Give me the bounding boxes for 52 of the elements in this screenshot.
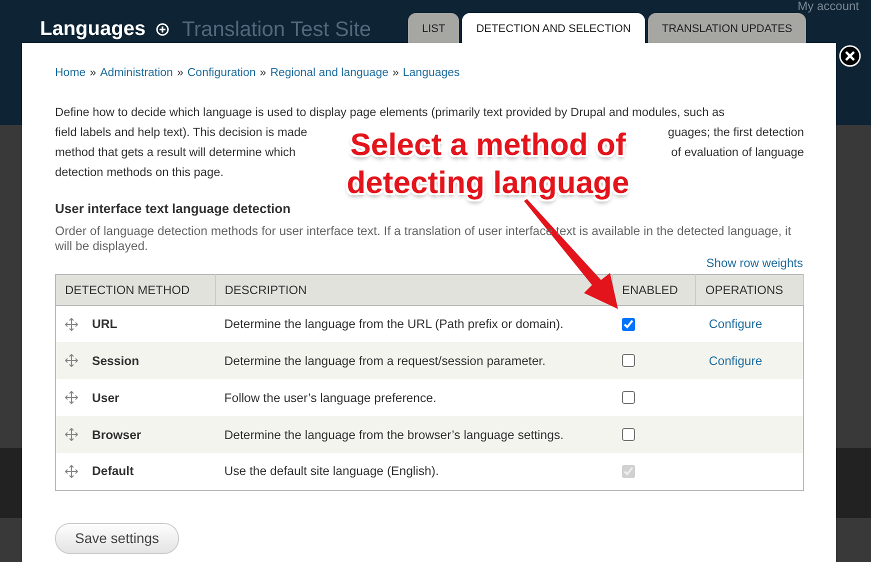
- intro-text: method that gets a result will determine which: [55, 144, 296, 162]
- configure-link[interactable]: Configure: [708, 316, 762, 331]
- tab[interactable]: DETECTION AND SELECTION: [462, 13, 645, 44]
- drag-handle-icon[interactable]: [65, 428, 78, 442]
- intro-text: of evaluation of language: [671, 144, 804, 162]
- method-name: User: [91, 390, 120, 407]
- configure-link[interactable]: Configure: [708, 354, 762, 368]
- breadcrumb-separator: »: [392, 66, 399, 81]
- column-header: ENABLED: [612, 274, 696, 306]
- method-name: URL: [91, 316, 118, 333]
- page-title: Languages: [40, 17, 146, 42]
- enabled-checkbox[interactable]: [622, 354, 636, 368]
- method-name: Session: [91, 352, 140, 370]
- close-icon[interactable]: [839, 45, 861, 67]
- description-cell: Determine the language from the URL (Path prefix or domain).: [215, 305, 612, 342]
- breadcrumb-link[interactable]: Home: [55, 65, 86, 82]
- breadcrumb-separator: »: [90, 66, 96, 81]
- save-settings-button[interactable]: Save settings: [55, 522, 180, 554]
- tab[interactable]: TRANSLATION UPDATES: [648, 13, 806, 44]
- show-row-weights-link[interactable]: Show row weights: [706, 256, 803, 270]
- drag-handle-icon[interactable]: [65, 465, 78, 478]
- breadcrumb-link[interactable]: Languages: [402, 65, 460, 82]
- drag-handle-icon[interactable]: [65, 318, 78, 330]
- description-cell: Determine the language from a request/session parameter.: [215, 342, 612, 380]
- method-name: Browser: [91, 426, 142, 444]
- method-name: Default: [91, 463, 134, 480]
- tab[interactable]: LIST: [408, 13, 460, 44]
- drag-handle-icon[interactable]: [65, 354, 78, 368]
- section-title: User interface text language detection: [55, 200, 292, 218]
- description-cell: Use the default site language (English).: [215, 453, 612, 490]
- drag-handle-icon[interactable]: [65, 391, 78, 404]
- breadcrumb-link[interactable]: Regional and language: [270, 65, 388, 82]
- intro-text: field labels and help text). This decision is made: [55, 124, 308, 142]
- column-header: DESCRIPTION: [215, 274, 612, 306]
- breadcrumb-separator: »: [260, 66, 266, 81]
- description-cell: Follow the user’s language preference.: [215, 379, 612, 416]
- site-name: Translation Test Site: [182, 17, 372, 43]
- account-link[interactable]: My account: [798, 0, 859, 13]
- description-cell: Determine the language from the browser’s language settings.: [215, 416, 612, 454]
- enabled-checkbox[interactable]: [622, 428, 636, 442]
- add-icon[interactable]: [156, 22, 169, 36]
- intro-text: Define how to decide which language is used to display page elements (primarily text provided by Drupal and modules, such as: [55, 104, 725, 122]
- column-header: OPERATIONS: [696, 274, 804, 306]
- intro-text: guages; the first detection: [668, 124, 804, 142]
- annotation-label: Select a method of detecting language: [346, 126, 630, 202]
- intro-text: detection methods on this page.: [55, 164, 224, 182]
- enabled-checkbox[interactable]: [622, 391, 636, 404]
- breadcrumb-link[interactable]: Configuration: [187, 65, 256, 82]
- enabled-checkbox[interactable]: [622, 318, 636, 330]
- breadcrumb-link[interactable]: Administration: [100, 65, 173, 82]
- breadcrumb-separator: »: [176, 66, 184, 81]
- column-header: DETECTION METHOD: [56, 274, 216, 306]
